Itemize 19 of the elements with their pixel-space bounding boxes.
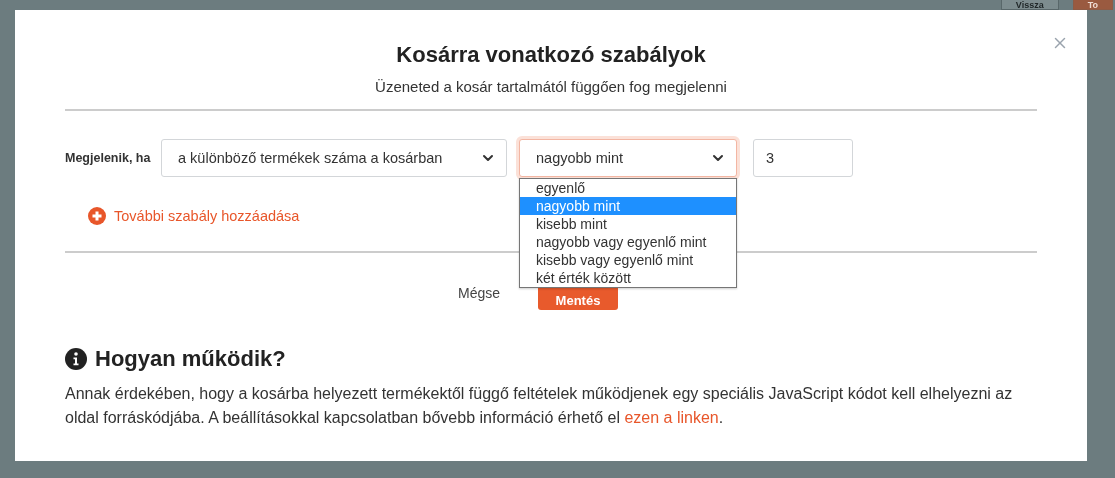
help-heading: Hogyan működik? xyxy=(95,346,286,372)
modal-title: Kosárra vonatkozó szabályok xyxy=(395,42,707,68)
amount-field[interactable]: 3 xyxy=(753,139,853,177)
field-select[interactable]: a különböző termékek száma a kosárban xyxy=(161,139,507,177)
dropdown-option[interactable]: egyenlő xyxy=(520,179,736,197)
condition-label: Megjelenik, ha xyxy=(65,151,152,165)
help-link[interactable]: ezen a linken xyxy=(624,409,719,426)
background-button[interactable]: To xyxy=(1072,0,1113,10)
dropdown-option[interactable]: nagyobb vagy egyenlő mint xyxy=(520,233,736,251)
add-rule-link[interactable]: További szabály hozzáadása xyxy=(88,207,300,225)
dropdown-option[interactable]: kisebb mint xyxy=(520,215,736,233)
cancel-button[interactable]: Mégse xyxy=(454,284,504,301)
dropdown-option[interactable]: két érték között xyxy=(520,269,736,287)
plus-circle-icon xyxy=(88,207,106,225)
dropdown-option[interactable]: kisebb vagy egyenlő mint xyxy=(520,251,736,269)
modal-subtitle: Üzeneted a kosár tartalmától függően fog megjelenni xyxy=(374,78,728,95)
operator-select[interactable]: nagyobb mint xyxy=(519,139,737,177)
info-icon xyxy=(65,348,87,370)
help-paragraph: Annak érdekében, hogy a kosárba helyezett termékektől függő feltételek működjenek egy speciális JavaScript kódot kell elhelyezni az oldal forráskódjába. A beállításokkal kapcsolatban bővebb információ érhető el ezen a linken. xyxy=(65,384,1014,428)
